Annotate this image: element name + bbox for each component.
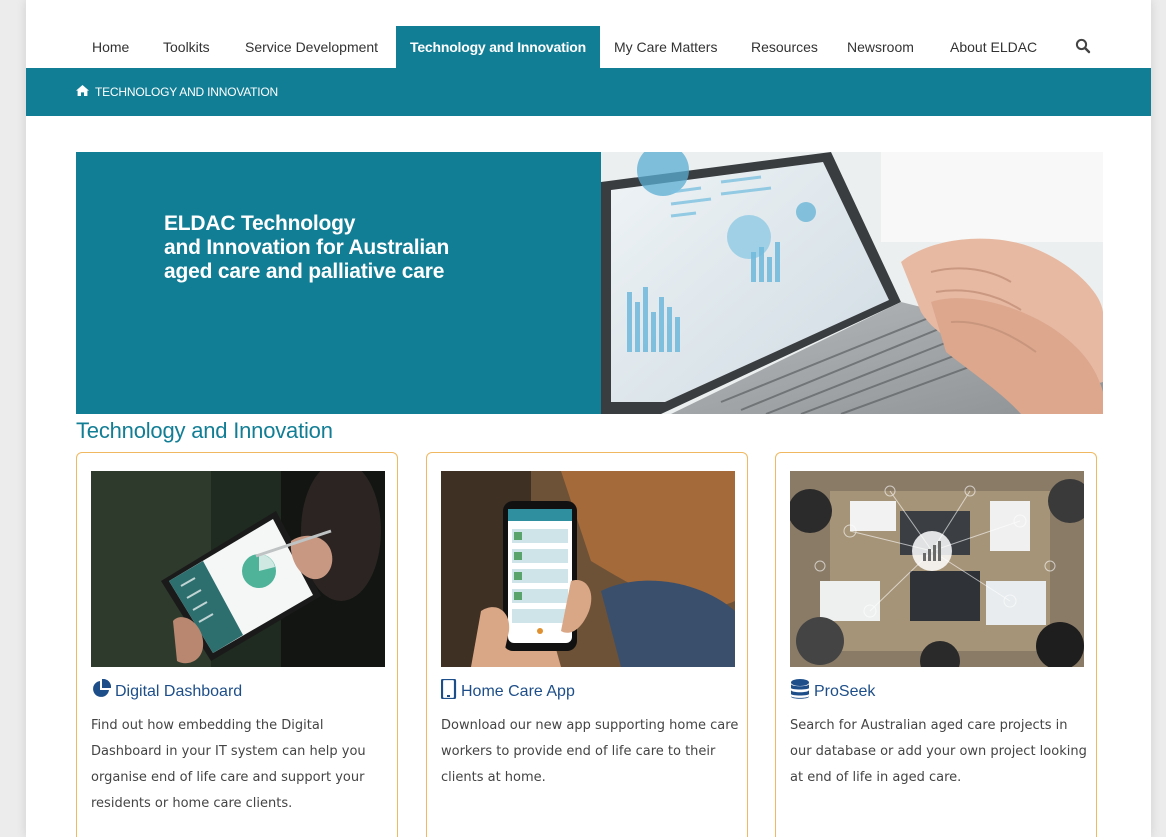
hero-text-panel: ELDAC Technology and Innovation for Aust… bbox=[76, 152, 601, 414]
breadcrumb-bar: TECHNOLOGY AND INNOVATION bbox=[26, 68, 1151, 116]
phone-photo[interactable] bbox=[441, 471, 735, 667]
hero-title-line: aged care and palliative care bbox=[164, 260, 445, 283]
card-title[interactable]: Digital Dashboard bbox=[115, 683, 242, 701]
search-icon[interactable] bbox=[1075, 38, 1091, 59]
hero-title-line: and Innovation for Australian bbox=[164, 236, 450, 259]
page: Home Toolkits Service Development Techno… bbox=[26, 0, 1151, 837]
mobile-phone-icon bbox=[440, 677, 457, 704]
breadcrumb-current[interactable]: TECHNOLOGY AND INNOVATION bbox=[95, 85, 278, 99]
nav-resources[interactable]: Resources bbox=[751, 26, 818, 68]
card-title[interactable]: Home Care App bbox=[461, 683, 575, 701]
card-proseek: ProSeek Search for Australian aged care … bbox=[775, 452, 1097, 837]
card-title-link[interactable]: Digital Dashboard bbox=[91, 678, 242, 704]
nav-newsroom[interactable]: Newsroom bbox=[847, 26, 914, 68]
meeting-table-photo[interactable] bbox=[790, 471, 1084, 667]
hero-laptop-image bbox=[601, 152, 1103, 414]
card-title-link[interactable]: Home Care App bbox=[440, 677, 575, 704]
card-description: Download our new app supporting home car… bbox=[441, 718, 739, 785]
nav-service-development[interactable]: Service Development bbox=[245, 26, 378, 68]
card-title[interactable]: ProSeek bbox=[814, 683, 875, 701]
card-digital-dashboard: Digital Dashboard Find out how embedding… bbox=[76, 452, 398, 837]
hero-title: ELDAC Technology and Innovation for Aust… bbox=[164, 212, 524, 284]
tablet-photo[interactable] bbox=[91, 471, 385, 667]
hero-title-line: ELDAC Technology bbox=[164, 212, 356, 235]
pie-chart-icon bbox=[91, 678, 112, 704]
card-description: Search for Australian aged care projects… bbox=[790, 718, 1087, 785]
nav-technology-and-innovation[interactable]: Technology and Innovation bbox=[396, 26, 600, 68]
nav-about-eldac[interactable]: About ELDAC bbox=[950, 26, 1037, 68]
home-icon[interactable] bbox=[76, 85, 89, 99]
nav-toolkits[interactable]: Toolkits bbox=[163, 26, 210, 68]
nav-home[interactable]: Home bbox=[92, 26, 129, 68]
card-home-care-app: Home Care App Download our new app suppo… bbox=[426, 452, 748, 837]
breadcrumb: TECHNOLOGY AND INNOVATION bbox=[76, 85, 278, 99]
hero-banner: ELDAC Technology and Innovation for Aust… bbox=[76, 152, 1103, 414]
database-icon bbox=[790, 679, 810, 704]
nav-my-care-matters[interactable]: My Care Matters bbox=[614, 26, 717, 68]
card-title-link[interactable]: ProSeek bbox=[790, 679, 875, 704]
section-heading: Technology and Innovation bbox=[76, 418, 333, 443]
card-description: Find out how embedding the Digital Dashb… bbox=[91, 718, 366, 811]
main-navigation: Home Toolkits Service Development Techno… bbox=[26, 26, 1151, 68]
